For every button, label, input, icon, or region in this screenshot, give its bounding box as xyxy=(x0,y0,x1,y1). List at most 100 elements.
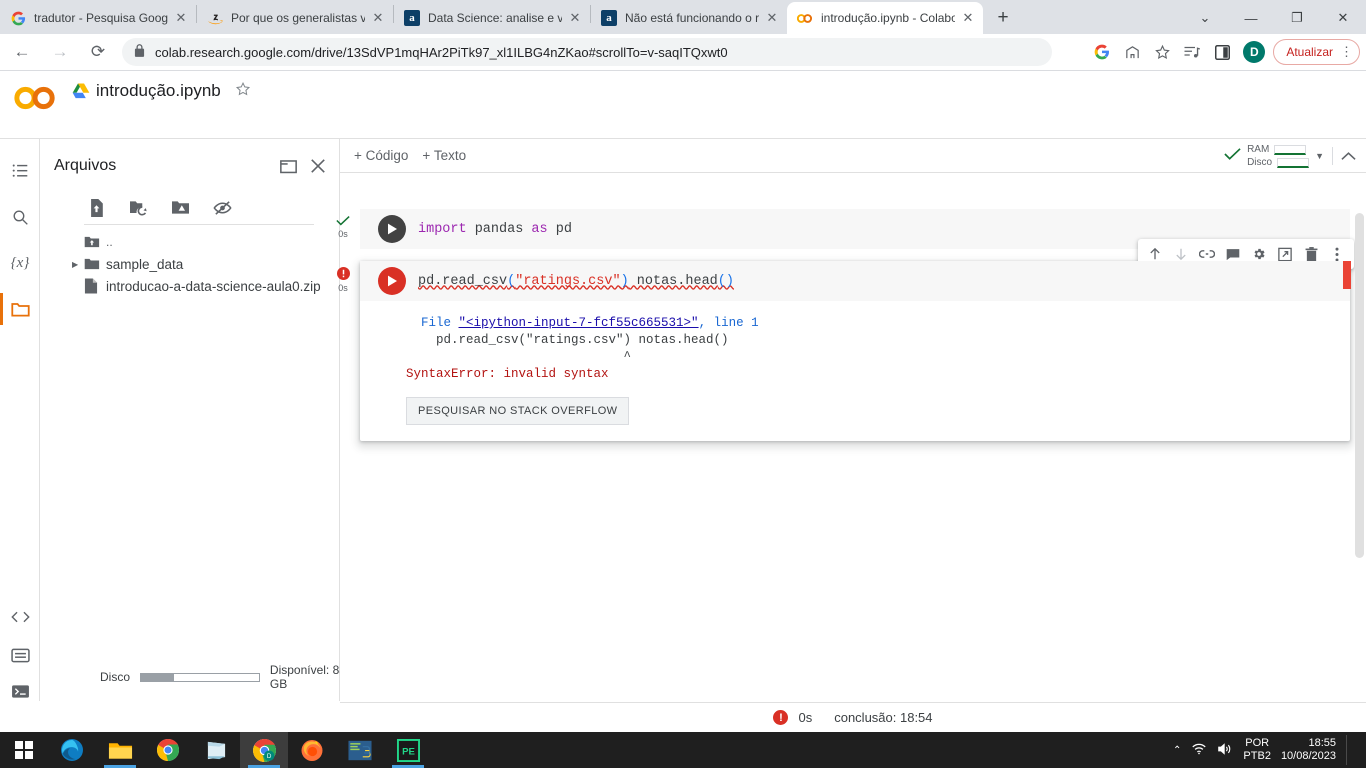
mount-drive-icon[interactable] xyxy=(168,196,192,220)
browser-tab-3[interactable]: a Não está funcionando o read ✕ xyxy=(591,2,787,34)
disk-usage-meter xyxy=(140,672,260,682)
close-icon[interactable] xyxy=(306,154,330,178)
cell-1-code[interactable]: import pandas as pd xyxy=(418,222,572,237)
run-cell-button[interactable] xyxy=(378,215,406,243)
clock[interactable]: 18:55 10/08/2023 xyxy=(1281,737,1336,763)
close-icon[interactable]: ✕ xyxy=(566,9,584,27)
close-window-button[interactable]: ✕ xyxy=(1320,2,1366,34)
taskbar-pycharm-edu-icon[interactable]: PE xyxy=(384,732,432,768)
output-line-1-link[interactable]: "<ipython-input-7-fcf55c665531>" xyxy=(459,316,699,330)
url-text: colab.research.google.com/drive/13SdVP1m… xyxy=(155,44,728,60)
taskbar-file-explorer-icon[interactable] xyxy=(96,732,144,768)
file-row-zip[interactable]: introducao-a-data-science-aula0.zip xyxy=(84,275,340,297)
add-text-cell-button[interactable]: + Texto xyxy=(422,148,466,163)
command-palette-icon[interactable] xyxy=(0,635,40,675)
taskbar-firefox-icon[interactable] xyxy=(288,732,336,768)
reading-list-icon[interactable] xyxy=(1177,37,1207,67)
code-cell-2[interactable]: 0s pd.read_csv("ratings.csv") notas.head… xyxy=(336,239,1354,441)
upload-file-icon[interactable] xyxy=(84,196,108,220)
notebook-area: + Código + Texto RAM Disco ▼ 0s import p… xyxy=(336,139,1366,701)
browser-tab-0[interactable]: tradutor - Pesquisa Google ✕ xyxy=(0,2,196,34)
add-text-label: + Texto xyxy=(422,148,467,163)
runtime-status: RAM Disco ▼ xyxy=(1224,143,1356,169)
chevron-up-icon[interactable] xyxy=(1341,149,1356,164)
chrome-menu-icon[interactable]: ⋮ xyxy=(1340,44,1353,60)
variables-icon[interactable]: {x} xyxy=(0,243,40,283)
cell-2-code-row[interactable]: pd.read_csv("ratings.csv") notas.head() xyxy=(360,261,1351,301)
file-list: .. ▶ sample_data introducao-a-data-scien… xyxy=(72,231,340,297)
windows-taskbar: D PE ⌃ POR PTB2 18:55 10/08/2023 xyxy=(0,732,1366,768)
file-icon xyxy=(84,278,106,294)
colab-logo-icon[interactable] xyxy=(14,85,56,127)
files-panel-header: Arquivos xyxy=(40,149,340,183)
run-cell-button[interactable] xyxy=(378,267,406,295)
chevron-right-icon[interactable]: ▶ xyxy=(72,260,82,269)
code-snippets-icon[interactable] xyxy=(0,597,40,637)
new-tab-button[interactable]: + xyxy=(989,4,1017,32)
minimize-button[interactable]: — xyxy=(1228,2,1274,34)
taskbar-chrome-icon[interactable] xyxy=(144,732,192,768)
alura-icon: a xyxy=(404,10,420,26)
browser-actions: D Atualizar ⋮ xyxy=(1087,37,1366,67)
add-code-cell-button[interactable]: + Código xyxy=(354,148,408,163)
file-row-parent[interactable]: .. xyxy=(84,231,340,253)
google-lens-icon[interactable] xyxy=(1087,37,1117,67)
browser-tab-4[interactable]: introdução.ipynb - Colaborat ✕ xyxy=(787,2,983,34)
caret-down-icon[interactable]: ▼ xyxy=(1315,151,1324,161)
update-button[interactable]: Atualizar ⋮ xyxy=(1273,39,1360,65)
show-hidden-icons-icon[interactable]: ⌃ xyxy=(1173,745,1181,756)
address-bar[interactable]: colab.research.google.com/drive/13SdVP1m… xyxy=(122,38,1052,66)
exec-completion: conclusão: 18:54 xyxy=(834,710,933,725)
table-of-contents-icon[interactable] xyxy=(0,151,40,191)
back-icon[interactable]: ← xyxy=(6,36,38,68)
disk-meter xyxy=(1277,157,1310,168)
hide-hidden-files-icon[interactable] xyxy=(210,196,234,220)
volume-icon[interactable] xyxy=(1217,742,1233,759)
notebook-toolbar: + Código + Texto RAM Disco ▼ xyxy=(340,139,1366,173)
taskbar-chrome-profile-icon[interactable]: D xyxy=(240,732,288,768)
cell-2-gutter: 0s xyxy=(330,267,356,294)
search-stack-overflow-button[interactable]: PESQUISAR NO STACK OVERFLOW xyxy=(406,397,630,425)
update-label: Atualizar xyxy=(1286,45,1333,59)
browser-profile-avatar[interactable]: D xyxy=(1243,41,1266,63)
notification-center-button[interactable] xyxy=(1346,735,1360,765)
open-in-new-window-icon[interactable] xyxy=(276,154,300,178)
files-icon[interactable] xyxy=(0,289,40,329)
star-outline-icon[interactable] xyxy=(235,81,251,101)
resource-meters[interactable]: RAM Disco xyxy=(1247,143,1310,169)
reload-icon[interactable]: ⟳ xyxy=(82,36,114,68)
taskbar-sticky-notes-icon[interactable] xyxy=(192,732,240,768)
browser-tab-1[interactable]: Por que os generalistas venc ✕ xyxy=(197,2,393,34)
refresh-folder-icon[interactable] xyxy=(126,196,150,220)
page-title[interactable]: introdução.ipynb xyxy=(96,81,221,101)
browser-tab-2[interactable]: a Data Science: analise e visual ✕ xyxy=(394,2,590,34)
maximize-button[interactable]: ❐ xyxy=(1274,2,1320,34)
colab-icon xyxy=(797,10,813,26)
tab-search-icon[interactable]: ⌄ xyxy=(1182,2,1228,34)
divider xyxy=(1332,147,1333,165)
colab-header: introdução.ipynb Arquivo Editar Ver Inse… xyxy=(0,71,1366,198)
cell-2-code[interactable]: pd.read_csv("ratings.csv") notas.head() xyxy=(418,274,734,289)
alura-icon: a xyxy=(601,10,617,26)
taskbar-edge-icon[interactable] xyxy=(48,732,96,768)
google-icon xyxy=(10,10,26,26)
language-indicator[interactable]: POR PTB2 xyxy=(1243,737,1271,763)
system-tray: ⌃ POR PTB2 18:55 10/08/2023 xyxy=(1173,735,1366,765)
search-icon[interactable] xyxy=(0,197,40,237)
close-icon[interactable]: ✕ xyxy=(959,9,977,27)
side-panel-icon[interactable] xyxy=(1207,37,1237,67)
close-icon[interactable]: ✕ xyxy=(763,9,781,27)
share-icon[interactable] xyxy=(1117,37,1147,67)
error-icon: ! xyxy=(773,710,789,725)
bookmark-star-icon[interactable] xyxy=(1147,37,1177,67)
file-row-sample-data[interactable]: ▶ sample_data xyxy=(72,253,340,275)
taskbar-python-icon[interactable] xyxy=(336,732,384,768)
close-icon[interactable]: ✕ xyxy=(172,9,190,27)
forward-icon[interactable]: → xyxy=(44,36,76,68)
windows-start-icon[interactable] xyxy=(0,732,48,768)
svg-text:PE: PE xyxy=(402,746,415,757)
wifi-icon[interactable] xyxy=(1191,742,1207,758)
terminal-icon[interactable] xyxy=(0,671,40,711)
notebook-scrollbar[interactable] xyxy=(1355,213,1364,558)
close-icon[interactable]: ✕ xyxy=(369,9,387,27)
